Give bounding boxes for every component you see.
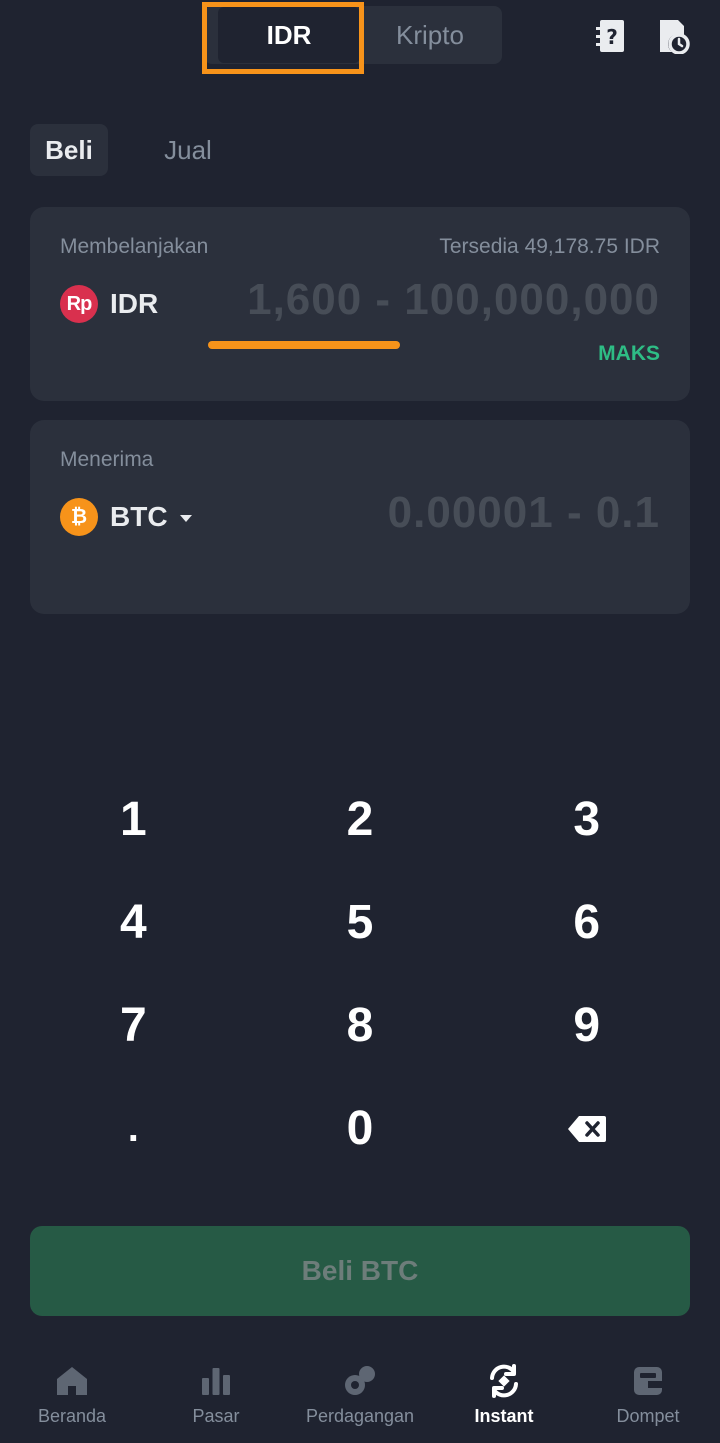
key-9[interactable]: 9 bbox=[473, 974, 700, 1077]
key-6[interactable]: 6 bbox=[473, 871, 700, 974]
instant-convert-icon bbox=[490, 1364, 518, 1398]
nav-item-instant[interactable]: Instant bbox=[432, 1350, 576, 1443]
spend-currency-code: IDR bbox=[110, 288, 159, 319]
caret-down-icon bbox=[179, 514, 192, 522]
key-2[interactable]: 2 bbox=[247, 768, 474, 871]
bottom-nav: Beranda Pasar Perdagangan Instant Dompet bbox=[0, 1350, 720, 1443]
max-button[interactable]: MAKS bbox=[598, 342, 660, 366]
nav-item-markets[interactable]: Pasar bbox=[144, 1350, 288, 1443]
markets-icon bbox=[202, 1368, 230, 1395]
segment-kripto[interactable]: Kripto bbox=[360, 7, 500, 63]
bitcoin-icon: ₿ bbox=[60, 498, 98, 536]
svg-text:?: ? bbox=[606, 25, 618, 49]
segment-idr[interactable]: IDR bbox=[218, 7, 360, 63]
key-8[interactable]: 8 bbox=[247, 974, 474, 1077]
receive-currency-selector[interactable]: ₿ BTC bbox=[60, 498, 192, 536]
tab-sell[interactable]: Jual bbox=[150, 124, 226, 176]
nav-item-wallet[interactable]: Dompet bbox=[576, 1350, 720, 1443]
spend-currency: Rp IDR bbox=[60, 285, 158, 323]
numeric-keypad: 1 2 3 4 5 6 7 8 9 . 0 bbox=[20, 768, 700, 1188]
nav-item-home[interactable]: Beranda bbox=[0, 1350, 144, 1443]
receive-amount-input[interactable]: 0.00001 - 0.1 bbox=[388, 488, 660, 538]
backspace-icon bbox=[567, 1115, 606, 1142]
nav-label-instant: Instant bbox=[474, 1406, 534, 1426]
spend-label: Membelanjakan bbox=[60, 235, 209, 258]
key-7[interactable]: 7 bbox=[20, 974, 247, 1077]
spend-card: Membelanjakan Tersedia 49,178.75 IDR Rp … bbox=[30, 207, 690, 401]
nav-item-trade[interactable]: Perdagangan bbox=[288, 1350, 432, 1443]
tab-buy[interactable]: Beli bbox=[30, 124, 108, 176]
nav-label-wallet: Dompet bbox=[616, 1406, 680, 1426]
key-0[interactable]: 0 bbox=[247, 1077, 474, 1180]
available-balance: Tersedia 49,178.75 IDR bbox=[439, 235, 660, 258]
key-3[interactable]: 3 bbox=[473, 768, 700, 871]
annotation-underline bbox=[208, 341, 400, 349]
nav-label-markets: Pasar bbox=[192, 1406, 240, 1426]
key-backspace[interactable] bbox=[473, 1077, 700, 1180]
key-decimal[interactable]: . bbox=[20, 1077, 247, 1180]
trade-icon bbox=[345, 1366, 375, 1395]
receive-card: Menerima ₿ BTC 0.00001 - 0.1 bbox=[30, 420, 690, 614]
receive-currency-code: BTC bbox=[110, 501, 168, 532]
instant-buy-screen: IDR Kripto ? Beli Jual Membelanjakan Ter… bbox=[0, 0, 720, 1443]
spend-amount-input[interactable]: 1,600 - 100,000,000 bbox=[247, 275, 660, 325]
nav-label-trade: Perdagangan bbox=[305, 1406, 415, 1426]
key-4[interactable]: 4 bbox=[20, 871, 247, 974]
wallet-icon bbox=[634, 1367, 662, 1395]
key-5[interactable]: 5 bbox=[247, 871, 474, 974]
nav-label-home: Beranda bbox=[37, 1406, 107, 1426]
faq-icon[interactable]: ? bbox=[594, 18, 628, 54]
receive-label: Menerima bbox=[60, 448, 154, 471]
rupiah-icon: Rp bbox=[60, 285, 98, 323]
order-history-icon[interactable] bbox=[656, 18, 690, 54]
buy-btc-button[interactable]: Beli BTC bbox=[30, 1226, 690, 1316]
home-icon bbox=[57, 1367, 87, 1395]
key-1[interactable]: 1 bbox=[20, 768, 247, 871]
